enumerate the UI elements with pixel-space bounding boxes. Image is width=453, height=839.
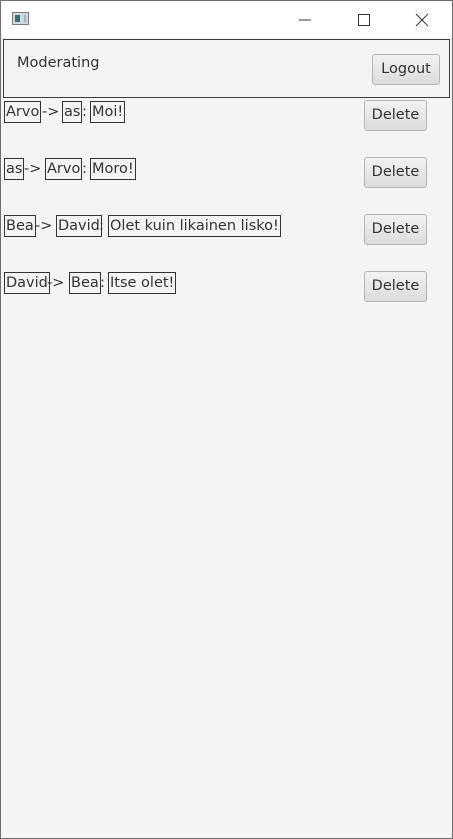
colon-separator: :: [99, 218, 104, 234]
sender-label: Arvo: [4, 101, 42, 123]
maximize-button[interactable]: [335, 1, 393, 38]
sender-label: David: [4, 272, 50, 294]
minimize-button[interactable]: [276, 1, 334, 38]
delete-button[interactable]: Delete: [364, 214, 427, 245]
logout-button[interactable]: Logout: [372, 54, 440, 85]
app-window: Moderating Logout Arvo -> as : Moi! Dele…: [0, 0, 453, 839]
sender-label: as: [4, 158, 25, 180]
title-bar: [1, 1, 452, 38]
arrow-separator: ->: [42, 104, 60, 120]
page-title: Moderating: [17, 55, 100, 71]
message-text: Olet kuin likainen lisko!: [108, 215, 281, 237]
recipient-label: as: [62, 101, 83, 123]
recipient-label: Arvo: [45, 158, 83, 180]
message-text: Moi!: [90, 101, 126, 123]
sender-label: Bea: [4, 215, 36, 237]
arrow-separator: ->: [24, 161, 42, 177]
arrow-separator: ->: [35, 218, 53, 234]
app-window-icon: [12, 12, 29, 25]
recipient-label: David: [56, 215, 102, 237]
close-icon: [415, 13, 429, 27]
moderation-header: Moderating Logout: [3, 39, 450, 98]
close-button[interactable]: [393, 1, 451, 38]
arrow-separator: ->: [47, 275, 65, 291]
colon-separator: :: [82, 161, 87, 177]
colon-separator: :: [100, 275, 105, 291]
delete-button[interactable]: Delete: [364, 100, 427, 131]
message-text: Moro!: [90, 158, 136, 180]
recipient-label: Bea: [69, 272, 101, 294]
delete-button[interactable]: Delete: [364, 157, 427, 188]
colon-separator: :: [82, 104, 87, 120]
minimize-icon: [299, 19, 311, 21]
message-text: Itse olet!: [108, 272, 177, 294]
maximize-icon: [358, 14, 370, 26]
delete-button[interactable]: Delete: [364, 271, 427, 302]
